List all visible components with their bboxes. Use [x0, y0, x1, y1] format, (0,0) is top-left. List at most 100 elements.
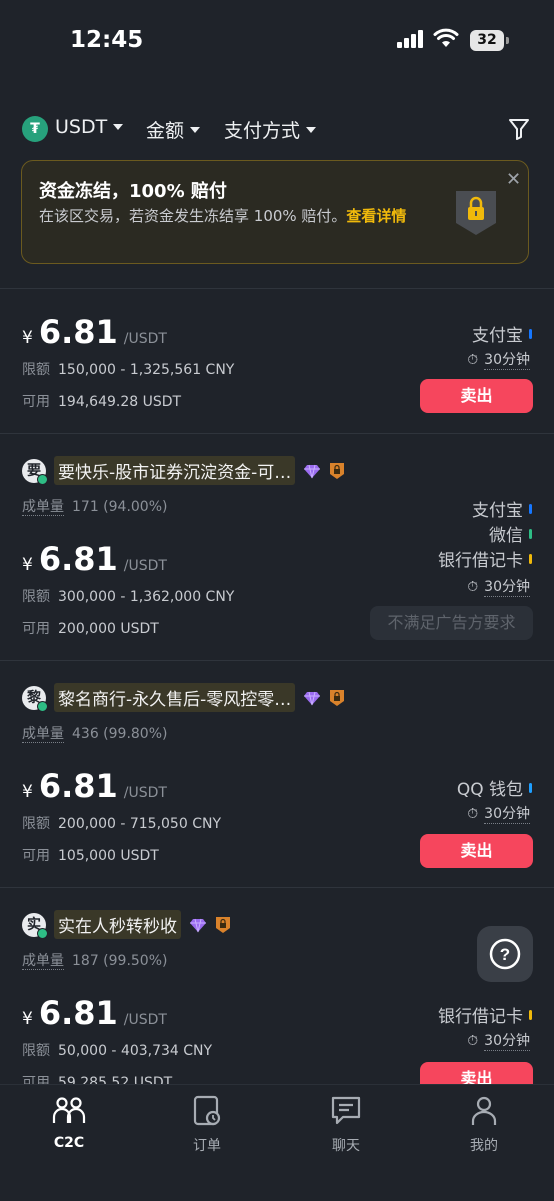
payment-label: 微信 — [489, 526, 523, 546]
banner-title: 资金冻结，100% 赔付 — [39, 181, 227, 202]
orders-row: 成单量 436 (99.80%) — [22, 723, 167, 743]
merchant-row[interactable]: 黎 黎名商行-永久售后-零风控零… — [22, 683, 345, 712]
lock-badge-icon — [456, 191, 496, 235]
listing-card: ¥ 6.81 /USDT 限额 150,000 - 1,325,561 CNY 可… — [0, 289, 554, 434]
price-unit: /USDT — [123, 1012, 167, 1028]
wifi-icon — [433, 28, 459, 47]
payment-filter-label: 支付方式 — [224, 120, 301, 142]
tab-label: 订单 — [193, 1138, 221, 1154]
avatar: 实 — [22, 912, 48, 939]
tab-label: C2C — [53, 1135, 85, 1151]
coin-filter-label: USDT — [55, 116, 108, 138]
payment-method: QQ 钱包 — [457, 775, 532, 800]
signal-icon — [397, 30, 423, 48]
price-unit: /USDT — [123, 331, 167, 347]
status-time: 12:45 — [70, 27, 144, 53]
orders-value: 171 (94.00%) — [72, 499, 168, 515]
tab-orders[interactable]: 订单 — [167, 1095, 247, 1155]
coin-filter[interactable]: USDT — [55, 116, 124, 138]
available-label: 可用 — [22, 848, 50, 864]
diamond-icon — [190, 918, 206, 932]
alipay-indicator — [529, 503, 532, 514]
limit-label: 限额 — [22, 362, 50, 378]
tab-chat[interactable]: 聊天 — [306, 1095, 386, 1155]
filter-funnel-icon[interactable] — [508, 117, 530, 141]
available-value: 105,000 USDT — [58, 848, 159, 864]
caret-down-icon — [113, 124, 124, 130]
payment-method: 支付宝 — [472, 496, 532, 521]
status-bar: 12:45 32 — [0, 0, 554, 80]
available-label: 可用 — [22, 394, 50, 410]
limit-label: 限额 — [22, 589, 50, 605]
orders-label: 成单量 — [22, 499, 64, 516]
sell-button[interactable]: 卖出 — [420, 379, 533, 413]
orders-label: 成单量 — [22, 726, 64, 743]
time-limit: ⏱ 30分钟 — [467, 349, 530, 370]
sell-button[interactable]: 卖出 — [420, 834, 533, 868]
banner-description: 在该区交易，若资金发生冻结享 100% 赔付。 — [39, 207, 347, 225]
orders-label: 成单量 — [22, 953, 64, 970]
listing-card: 黎 黎名商行-永久售后-零风控零… 成单量 436 (99.80%) ¥ 6.81… — [0, 661, 554, 888]
limit-value: 50,000 - 403,734 CNY — [58, 1043, 213, 1059]
price-unit: /USDT — [123, 785, 167, 801]
help-button[interactable]: ? — [477, 926, 533, 982]
payment-label: 银行借记卡 — [438, 551, 523, 571]
chat-icon — [331, 1096, 361, 1125]
payment-label: QQ 钱包 — [456, 780, 523, 800]
available-value: 200,000 USDT — [58, 621, 159, 637]
amount-filter[interactable]: 金额 — [146, 116, 201, 143]
stopwatch-icon: ⏱ — [467, 351, 479, 368]
limit-value: 150,000 - 1,325,561 CNY — [58, 362, 235, 378]
banner-details-link[interactable]: 查看详情 — [346, 207, 406, 225]
available-row: 可用 194,649.28 USDT — [22, 391, 181, 411]
bank-card-indicator — [529, 1009, 532, 1020]
tab-label: 我的 — [470, 1138, 498, 1154]
merchant-row[interactable]: 要 要快乐-股市证券沉淀资金-可… — [22, 456, 345, 485]
payment-method: 支付宝 — [472, 321, 532, 346]
order-icon — [193, 1095, 221, 1126]
time-limit-label: 30分钟 — [484, 1030, 530, 1051]
available-row: 可用 59,285.52 USDT — [22, 1072, 172, 1084]
tab-label: 聊天 — [332, 1138, 360, 1154]
price-currency: ¥ — [22, 328, 33, 348]
payment-label: 银行借记卡 — [438, 1007, 523, 1027]
limit-value: 300,000 - 1,362,000 CNY — [58, 589, 235, 605]
diamond-icon — [304, 464, 321, 478]
payment-label: 支付宝 — [472, 501, 523, 521]
usdt-coin-icon: ₮ — [22, 116, 48, 142]
available-value: 59,285.52 USDT — [58, 1075, 173, 1084]
available-label: 可用 — [22, 1075, 50, 1084]
close-icon[interactable]: ✕ — [506, 169, 521, 190]
limit-label: 限额 — [22, 816, 50, 832]
price: ¥ 6.81 /USDT — [22, 540, 167, 578]
profile-icon — [471, 1096, 497, 1125]
merchant-row[interactable]: 实 实在人秒转秒收 — [22, 910, 231, 939]
bottom-tab-bar: C2C 订单 聊天 我的 — [0, 1084, 554, 1201]
listing-card: 要 要快乐-股市证券沉淀资金-可… 成单量 171 (94.00%) ¥ 6.81… — [0, 434, 554, 661]
limit-row: 限额 200,000 - 715,050 CNY — [22, 813, 221, 833]
wechat-indicator — [529, 528, 532, 539]
limit-row: 限额 150,000 - 1,325,561 CNY — [22, 359, 234, 379]
time-limit-label: 30分钟 — [484, 576, 530, 597]
stopwatch-icon: ⏱ — [467, 805, 479, 822]
tab-c2c[interactable]: C2C — [29, 1095, 109, 1151]
payment-method: 微信 — [489, 521, 532, 546]
limit-label: 限额 — [22, 1043, 50, 1059]
caret-down-icon — [190, 126, 201, 133]
time-limit: ⏱ 30分钟 — [467, 803, 530, 824]
online-indicator — [37, 473, 48, 485]
payment-label: 支付宝 — [472, 326, 523, 346]
help-glyph: ? — [500, 945, 510, 964]
limit-row: 限额 300,000 - 1,362,000 CNY — [22, 586, 234, 606]
payment-method: 银行借记卡 — [438, 1002, 532, 1027]
payment-filter[interactable]: 支付方式 — [224, 116, 317, 143]
listing-card: 实 实在人秒转秒收 成单量 187 (99.50%) ¥ 6.81 /USDT 限… — [0, 888, 554, 1084]
tab-profile[interactable]: 我的 — [444, 1095, 524, 1155]
payment-method: 银行借记卡 — [438, 546, 532, 571]
filter-bar: ₮ USDT 金额 支付方式 — [0, 108, 554, 152]
sell-button[interactable]: 卖出 — [420, 1062, 533, 1084]
price-unit: /USDT — [123, 558, 167, 574]
requirements-not-met-button[interactable]: 不满足广告方要求 — [370, 606, 533, 640]
available-row: 可用 200,000 USDT — [22, 618, 159, 638]
shield-icon — [330, 689, 345, 706]
